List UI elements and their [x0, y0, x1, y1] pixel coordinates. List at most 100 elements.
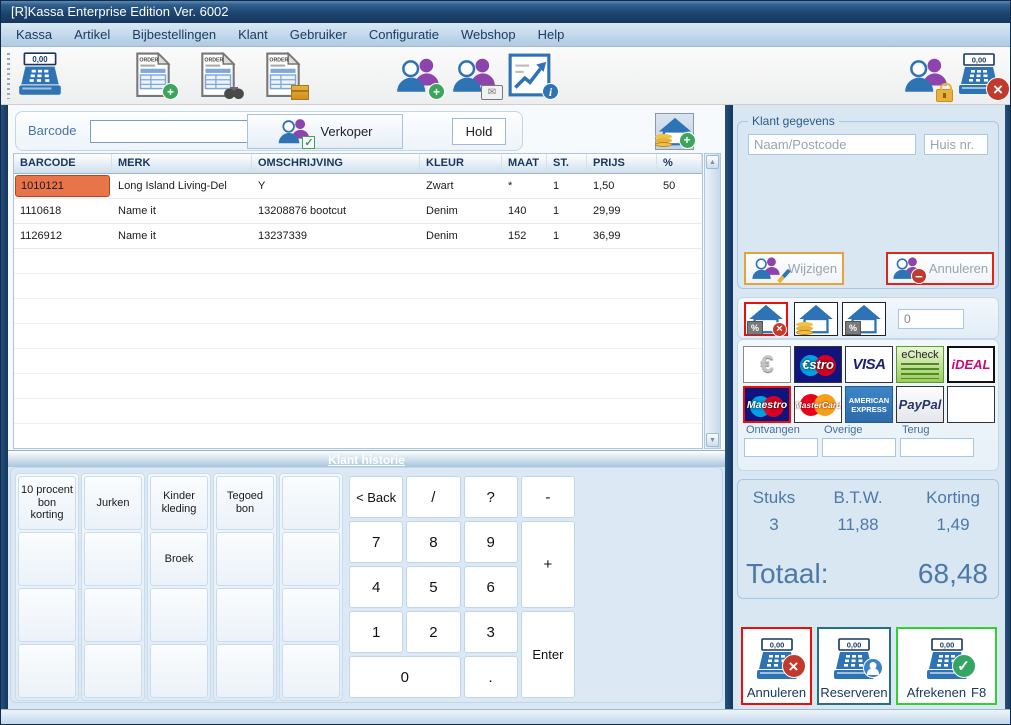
quick-button-empty[interactable] — [282, 644, 340, 698]
menu-bijbestellingen[interactable]: Bijbestellingen — [121, 23, 227, 46]
overige-input[interactable] — [822, 438, 896, 457]
quick-button-empty[interactable] — [216, 532, 274, 586]
quick-button-empty[interactable] — [150, 644, 208, 698]
menu-help[interactable]: Help — [527, 23, 576, 46]
pay-echeck-button[interactable]: eCheck — [896, 346, 944, 383]
quick-button-kinder-kleding[interactable]: Kinder kleding — [150, 476, 208, 530]
table-row[interactable]: 1110618 Name it 13208876 bootcut Denim 1… — [14, 199, 702, 224]
quick-button-empty[interactable] — [282, 476, 340, 530]
numpad-plus-key[interactable]: + — [521, 521, 575, 608]
numpad-back-key[interactable]: < Back — [349, 476, 403, 518]
ontvangen-input[interactable] — [744, 438, 818, 457]
numpad-7-key[interactable]: 7 — [349, 521, 403, 563]
quick-button-jurken[interactable]: Jurken — [84, 476, 142, 530]
scroll-down-icon[interactable]: ▼ — [706, 433, 719, 447]
menu-artikel[interactable]: Artikel — [63, 23, 121, 46]
numpad-question-key[interactable]: ? — [464, 476, 518, 518]
col-barcode[interactable]: BARCODE — [14, 154, 112, 173]
quick-button-10-procent-bon-korting[interactable]: 10 procent bon korting — [18, 476, 76, 530]
quick-button-empty[interactable] — [84, 532, 142, 586]
menu-configuratie[interactable]: Configuratie — [358, 23, 450, 46]
numpad-6-key[interactable]: 6 — [464, 566, 518, 608]
numpad-0-key[interactable]: 0 — [349, 656, 461, 698]
numpad-9-key[interactable]: 9 — [464, 521, 518, 563]
customer-house-add-button[interactable]: + — [655, 113, 694, 150]
customer-name-input[interactable] — [748, 134, 916, 155]
order-package-button[interactable] — [257, 52, 309, 102]
scroll-up-icon[interactable]: ▲ — [706, 155, 719, 169]
checkout-button[interactable]: ✓ Afrekenen F8 — [896, 627, 997, 705]
col-maat[interactable]: MAAT — [502, 154, 547, 173]
statistics-button[interactable]: i — [503, 52, 557, 102]
cancel-sale-button[interactable]: × Annuleren — [741, 627, 812, 705]
cash-register-icon: × — [752, 638, 802, 684]
pay-ideal-button[interactable]: iDEAL — [947, 346, 995, 383]
numpad-2-key[interactable]: 2 — [406, 611, 460, 653]
pay-empty-button[interactable] — [947, 386, 995, 423]
numpad-1-key[interactable]: 1 — [349, 611, 403, 653]
klant-historie-link[interactable]: Klant historie — [328, 453, 405, 467]
remove-discount-button[interactable]: % × — [744, 302, 788, 336]
hold-button[interactable]: Hold — [452, 118, 506, 145]
quick-button-empty[interactable] — [216, 588, 274, 642]
quick-button-empty[interactable] — [150, 588, 208, 642]
col-omschrijving[interactable]: OMSCHRIJVING — [252, 154, 420, 173]
discount-input[interactable] — [898, 309, 964, 329]
terug-input[interactable] — [900, 438, 974, 457]
pay-paypal-button[interactable]: PayPal — [896, 386, 944, 423]
pay-cash-euro-button[interactable]: € — [743, 346, 791, 383]
check-icon: ✓ — [952, 654, 976, 678]
col-kleur[interactable]: KLEUR — [420, 154, 502, 173]
pay-maestro-button[interactable]: Maestro — [743, 386, 791, 423]
menu-klant[interactable]: Klant — [227, 23, 279, 46]
col-merk[interactable]: MERK — [112, 154, 252, 173]
pay-mastercard-button[interactable]: MasterCard — [794, 386, 842, 423]
verkoper-button[interactable]: ✓ Verkoper — [247, 114, 403, 149]
quick-button-empty[interactable] — [282, 588, 340, 642]
quick-button-empty[interactable] — [84, 644, 142, 698]
table-scrollbar[interactable]: ▲ ▼ — [704, 153, 721, 449]
table-row[interactable]: 1126912 Name it 13237339 Denim 152 1 36,… — [14, 224, 702, 249]
numpad-minus-key[interactable]: - — [521, 476, 575, 518]
numpad-5-key[interactable]: 5 — [406, 566, 460, 608]
col-st[interactable]: ST. — [547, 154, 587, 173]
col-pct[interactable]: % — [657, 154, 702, 173]
pay-visa-button[interactable]: VISA — [845, 346, 893, 383]
quick-button-broek[interactable]: Broek — [150, 532, 208, 586]
quick-button-empty[interactable] — [282, 532, 340, 586]
toolbar-grip[interactable] — [7, 53, 10, 99]
cancel-customer-button[interactable]: − Annuleren — [886, 252, 994, 285]
house-number-input[interactable] — [924, 134, 988, 155]
barcode-input[interactable] — [90, 120, 272, 143]
add-customer-button[interactable]: + — [391, 52, 445, 102]
numpad-divide-key[interactable]: / — [406, 476, 460, 518]
numpad-8-key[interactable]: 8 — [406, 521, 460, 563]
lock-user-button[interactable] — [899, 52, 953, 102]
numpad-3-key[interactable]: 3 — [464, 611, 518, 653]
edit-customer-button[interactable]: Wijzigen — [744, 252, 844, 285]
close-register-button[interactable]: × — [951, 52, 1007, 102]
quick-button-empty[interactable] — [84, 588, 142, 642]
new-order-button[interactable]: + — [127, 52, 179, 102]
house-discount-button[interactable]: % — [842, 302, 886, 336]
numpad-dot-key[interactable]: . — [464, 656, 518, 698]
numpad-enter-key[interactable]: Enter — [521, 611, 575, 698]
reserve-sale-button[interactable]: Reserveren — [817, 627, 891, 705]
quick-button-empty[interactable] — [18, 644, 76, 698]
find-order-button[interactable] — [192, 52, 244, 102]
numpad-4-key[interactable]: 4 — [349, 566, 403, 608]
quick-button-empty[interactable] — [18, 532, 76, 586]
menu-webshop[interactable]: Webshop — [450, 23, 527, 46]
quick-button-tegoed-bon[interactable]: Tegoed bon — [216, 476, 274, 530]
open-register-button[interactable] — [13, 52, 67, 102]
menu-gebruiker[interactable]: Gebruiker — [279, 23, 358, 46]
email-customer-button[interactable]: ✉ — [447, 52, 501, 102]
house-credit-button[interactable] — [794, 302, 838, 336]
menu-kassa[interactable]: Kassa — [5, 23, 63, 46]
col-prijs[interactable]: PRIJS — [587, 154, 657, 173]
pay-maestro-euro-button[interactable]: €stro — [794, 346, 842, 383]
table-row[interactable]: 1010121 Long Island Living-Del Y Zwart *… — [14, 174, 702, 199]
quick-button-empty[interactable] — [216, 644, 274, 698]
pay-amex-button[interactable]: AMERICAN EXPRESS — [845, 386, 893, 423]
quick-button-empty[interactable] — [18, 588, 76, 642]
